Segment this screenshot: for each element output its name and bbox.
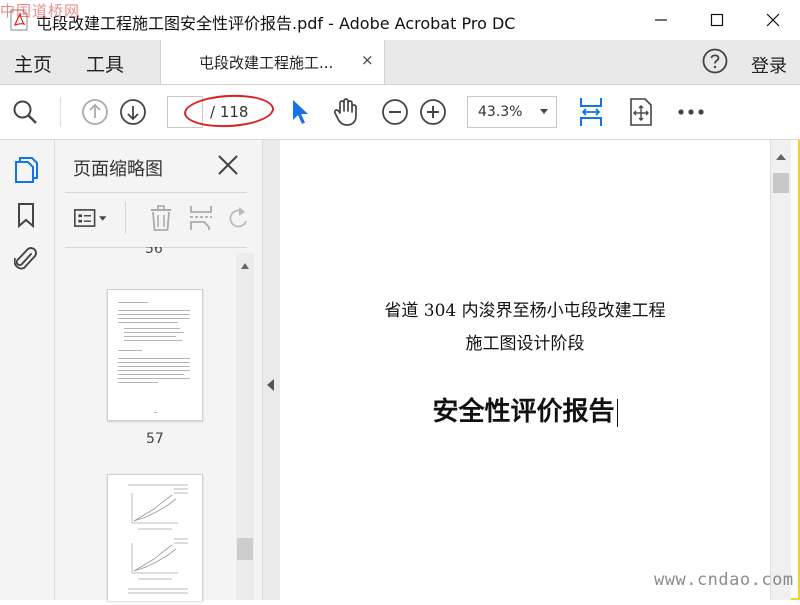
paperclip-icon[interactable]: [12, 245, 40, 273]
sign-in-link[interactable]: 登录: [751, 52, 787, 78]
watermark-top-left: 中国道桥网: [0, 2, 81, 20]
zoom-select[interactable]: 43.3%: [467, 96, 557, 128]
tab-bar: 主页 工具 屯段改建工程施工... × 登录: [0, 40, 800, 85]
scroll-up-icon[interactable]: [776, 154, 786, 160]
minus-circle-icon[interactable]: [380, 97, 410, 127]
more-dots-icon[interactable]: [676, 97, 706, 127]
toolbar-separator: [60, 97, 61, 127]
document-subtitle: 施工图设计阶段: [465, 334, 585, 354]
scroll-up-icon[interactable]: [236, 257, 254, 275]
close-icon[interactable]: [215, 152, 241, 178]
trash-icon[interactable]: [143, 202, 179, 234]
page-thumbnail[interactable]: [107, 289, 203, 421]
page-thumbnail[interactable]: [107, 474, 203, 601]
scrollbar-thumb[interactable]: [237, 538, 253, 560]
panel-toolbar: [55, 192, 255, 248]
hand-icon[interactable]: [331, 97, 361, 127]
document-tab-label: 屯段改建工程施工...: [199, 54, 334, 72]
maximize-icon[interactable]: [688, 0, 746, 40]
page-thumbnails-icon[interactable]: [12, 156, 40, 184]
toolbar: / 118 43.3%: [0, 85, 800, 140]
title-bar: 屯段改建工程施工图安全性评价报告.pdf - Adobe Acrobat Pro…: [0, 0, 800, 40]
plus-circle-icon[interactable]: [418, 97, 448, 127]
scrollbar-thumb[interactable]: [773, 173, 789, 193]
left-rail: [0, 140, 55, 600]
thumbnail-panel: 页面缩略图 56 57: [55, 140, 262, 601]
thumbnail-page-number: 57: [146, 431, 164, 447]
document-scrollbar[interactable]: [770, 140, 791, 600]
close-tab-icon[interactable]: ×: [361, 51, 374, 69]
home-tab[interactable]: 主页: [14, 50, 52, 77]
panel-collapse-handle[interactable]: [262, 140, 281, 600]
zoom-value: 43.3%: [478, 104, 523, 120]
panel-title: 页面缩略图: [73, 159, 163, 180]
arrow-down-circle-icon[interactable]: [118, 97, 148, 127]
document-title: 安全性评价报告: [280, 391, 770, 428]
panel-tool-separator: [125, 202, 126, 234]
chevron-left-icon: [267, 379, 274, 391]
bookmark-icon[interactable]: [12, 201, 40, 229]
pointer-arrow-icon[interactable]: [284, 97, 314, 127]
document-subtitle: 省道 304 内浚界至杨小屯段改建工程: [384, 301, 666, 321]
tools-tab[interactable]: 工具: [86, 50, 124, 77]
watermark-bottom-right: www.cndao.com: [654, 570, 794, 590]
document-tab[interactable]: 屯段改建工程施工... ×: [160, 40, 385, 84]
chevron-down-icon: [540, 109, 548, 114]
thumbnail-page-number: 56: [145, 247, 163, 257]
rotate-icon[interactable]: [221, 202, 257, 234]
insert-pages-icon[interactable]: [183, 202, 219, 234]
document-title-text: 安全性评价报告: [432, 397, 615, 427]
help-icon[interactable]: [702, 48, 728, 74]
document-view[interactable]: 省道 304 内浚界至杨小屯段改建工程 施工图设计阶段 安全性评价报告: [280, 140, 770, 600]
thumbnail-options-icon[interactable]: [73, 202, 109, 234]
close-icon[interactable]: [744, 0, 800, 40]
page-arrows-icon[interactable]: [626, 97, 656, 127]
arrow-up-circle-icon[interactable]: [80, 97, 110, 127]
search-icon[interactable]: [10, 97, 40, 127]
thumbnail-scrollbar[interactable]: [236, 253, 254, 600]
window-title: 屯段改建工程施工图安全性评价报告.pdf - Adobe Acrobat Pro…: [36, 14, 516, 33]
chart-thumbnail-icon: [128, 484, 188, 594]
text-cursor: [616, 398, 618, 427]
minimize-icon[interactable]: [632, 0, 690, 40]
fit-width-icon[interactable]: [576, 97, 606, 127]
